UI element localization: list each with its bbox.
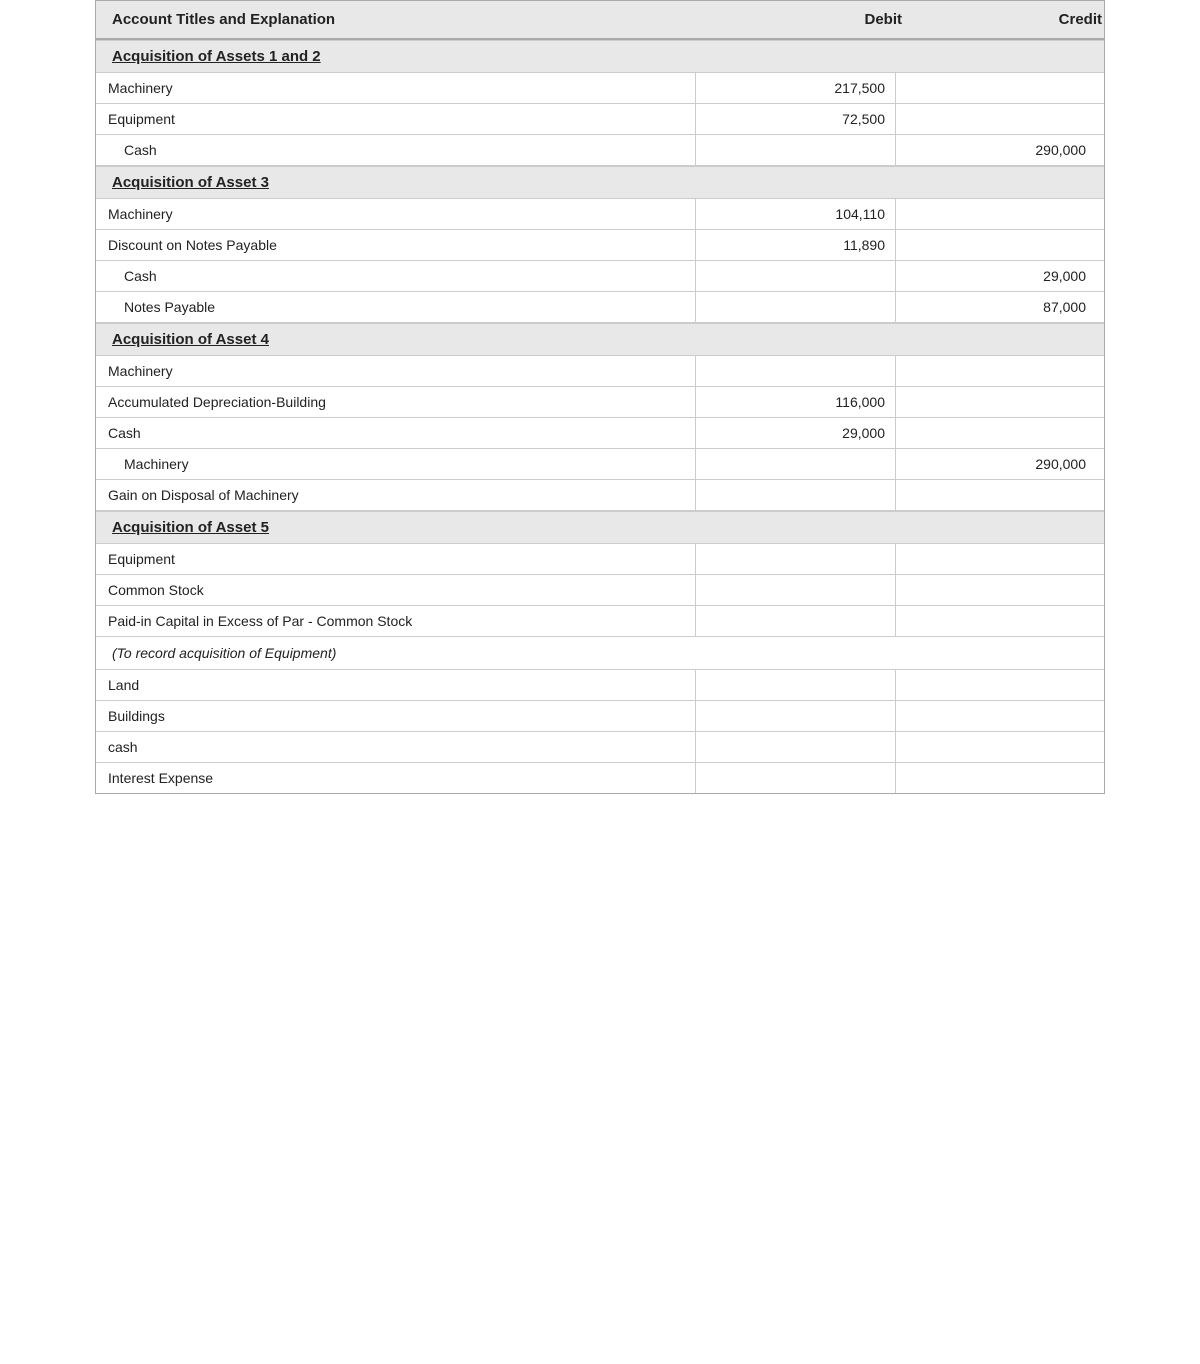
debit-cell[interactable] [696, 763, 896, 793]
credit-cell[interactable] [896, 732, 1096, 762]
debit-cell[interactable] [696, 544, 896, 574]
debit-cell[interactable] [696, 701, 896, 731]
account-label: Land [96, 670, 696, 700]
account-label: Cash [96, 418, 696, 448]
credit-cell[interactable] [896, 670, 1096, 700]
debit-cell[interactable]: 11,890 [696, 230, 896, 260]
debit-cell[interactable] [696, 449, 896, 479]
section-title-1: Acquisition of Assets 1 and 2 [112, 48, 321, 65]
debit-cell[interactable] [696, 732, 896, 762]
credit-cell[interactable]: 29,000 [896, 261, 1096, 291]
debit-cell[interactable]: 29,000 [696, 418, 896, 448]
account-label: Machinery [96, 73, 696, 103]
credit-cell[interactable] [896, 606, 1096, 636]
debit-cell[interactable] [696, 575, 896, 605]
credit-cell[interactable]: 87,000 [896, 292, 1096, 322]
account-label-indented: Notes Payable [96, 292, 696, 322]
account-label: Common Stock [96, 575, 696, 605]
debit-cell[interactable] [696, 356, 896, 386]
journal-table: Account Titles and Explanation Debit Cre… [95, 0, 1105, 794]
credit-cell[interactable] [896, 104, 1096, 134]
note-text: (To record acquisition of Equipment) [96, 637, 1104, 670]
credit-cell[interactable] [896, 73, 1096, 103]
table-row: Interest Expense [96, 763, 1104, 793]
table-row: Discount on Notes Payable 11,890 [96, 230, 1104, 261]
account-label: Paid-in Capital in Excess of Par - Commo… [96, 606, 696, 636]
credit-cell[interactable] [896, 387, 1096, 417]
table-row: Machinery 104,110 [96, 199, 1104, 230]
account-label-indented: Cash [96, 261, 696, 291]
debit-cell[interactable] [696, 480, 896, 510]
table-row: Accumulated Depreciation-Building 116,00… [96, 387, 1104, 418]
header-account: Account Titles and Explanation [112, 11, 712, 28]
credit-cell[interactable] [896, 701, 1096, 731]
table-row: Cash 290,000 [96, 135, 1104, 166]
account-label: Gain on Disposal of Machinery [96, 480, 696, 510]
table-row: Cash 29,000 [96, 418, 1104, 449]
table-row: Equipment 72,500 [96, 104, 1104, 135]
table-header: Account Titles and Explanation Debit Cre… [96, 1, 1104, 40]
account-label: Discount on Notes Payable [96, 230, 696, 260]
section-header-4: Acquisition of Asset 5 [96, 511, 1104, 544]
table-row: Equipment [96, 544, 1104, 575]
account-label: cash [96, 732, 696, 762]
debit-cell[interactable]: 116,000 [696, 387, 896, 417]
account-label-indented: Cash [96, 135, 696, 165]
section-title-2: Acquisition of Asset 3 [112, 174, 269, 191]
debit-cell[interactable] [696, 670, 896, 700]
credit-cell[interactable]: 290,000 [896, 449, 1096, 479]
credit-cell[interactable] [896, 480, 1096, 510]
header-credit: Credit [912, 11, 1112, 28]
table-row: Machinery [96, 356, 1104, 387]
credit-cell[interactable] [896, 199, 1096, 229]
debit-cell[interactable] [696, 292, 896, 322]
section-header-2: Acquisition of Asset 3 [96, 166, 1104, 199]
account-label: Machinery [96, 356, 696, 386]
debit-cell[interactable] [696, 606, 896, 636]
section-title-4: Acquisition of Asset 5 [112, 519, 269, 536]
debit-cell[interactable] [696, 261, 896, 291]
credit-cell[interactable] [896, 544, 1096, 574]
table-row: Buildings [96, 701, 1104, 732]
section-header-1: Acquisition of Assets 1 and 2 [96, 40, 1104, 73]
account-label: Machinery [96, 199, 696, 229]
account-label-indented: Machinery [96, 449, 696, 479]
credit-cell[interactable]: 290,000 [896, 135, 1096, 165]
debit-cell[interactable]: 217,500 [696, 73, 896, 103]
debit-cell[interactable] [696, 135, 896, 165]
debit-cell[interactable]: 104,110 [696, 199, 896, 229]
table-row: cash [96, 732, 1104, 763]
credit-cell[interactable] [896, 418, 1096, 448]
account-label: Interest Expense [96, 763, 696, 793]
table-row: Land [96, 670, 1104, 701]
credit-cell[interactable] [896, 763, 1096, 793]
account-label: Buildings [96, 701, 696, 731]
table-row: Cash 29,000 [96, 261, 1104, 292]
table-row: Machinery 217,500 [96, 73, 1104, 104]
account-label: Equipment [96, 104, 696, 134]
account-label: Accumulated Depreciation-Building [96, 387, 696, 417]
debit-cell[interactable]: 72,500 [696, 104, 896, 134]
table-row: Common Stock [96, 575, 1104, 606]
table-row: Notes Payable 87,000 [96, 292, 1104, 323]
section-header-3: Acquisition of Asset 4 [96, 323, 1104, 356]
account-label: Equipment [96, 544, 696, 574]
table-row: Machinery 290,000 [96, 449, 1104, 480]
credit-cell[interactable] [896, 575, 1096, 605]
credit-cell[interactable] [896, 230, 1096, 260]
table-row: Paid-in Capital in Excess of Par - Commo… [96, 606, 1104, 637]
section-title-3: Acquisition of Asset 4 [112, 331, 269, 348]
header-debit: Debit [712, 11, 912, 28]
table-row: Gain on Disposal of Machinery [96, 480, 1104, 511]
credit-cell[interactable] [896, 356, 1096, 386]
